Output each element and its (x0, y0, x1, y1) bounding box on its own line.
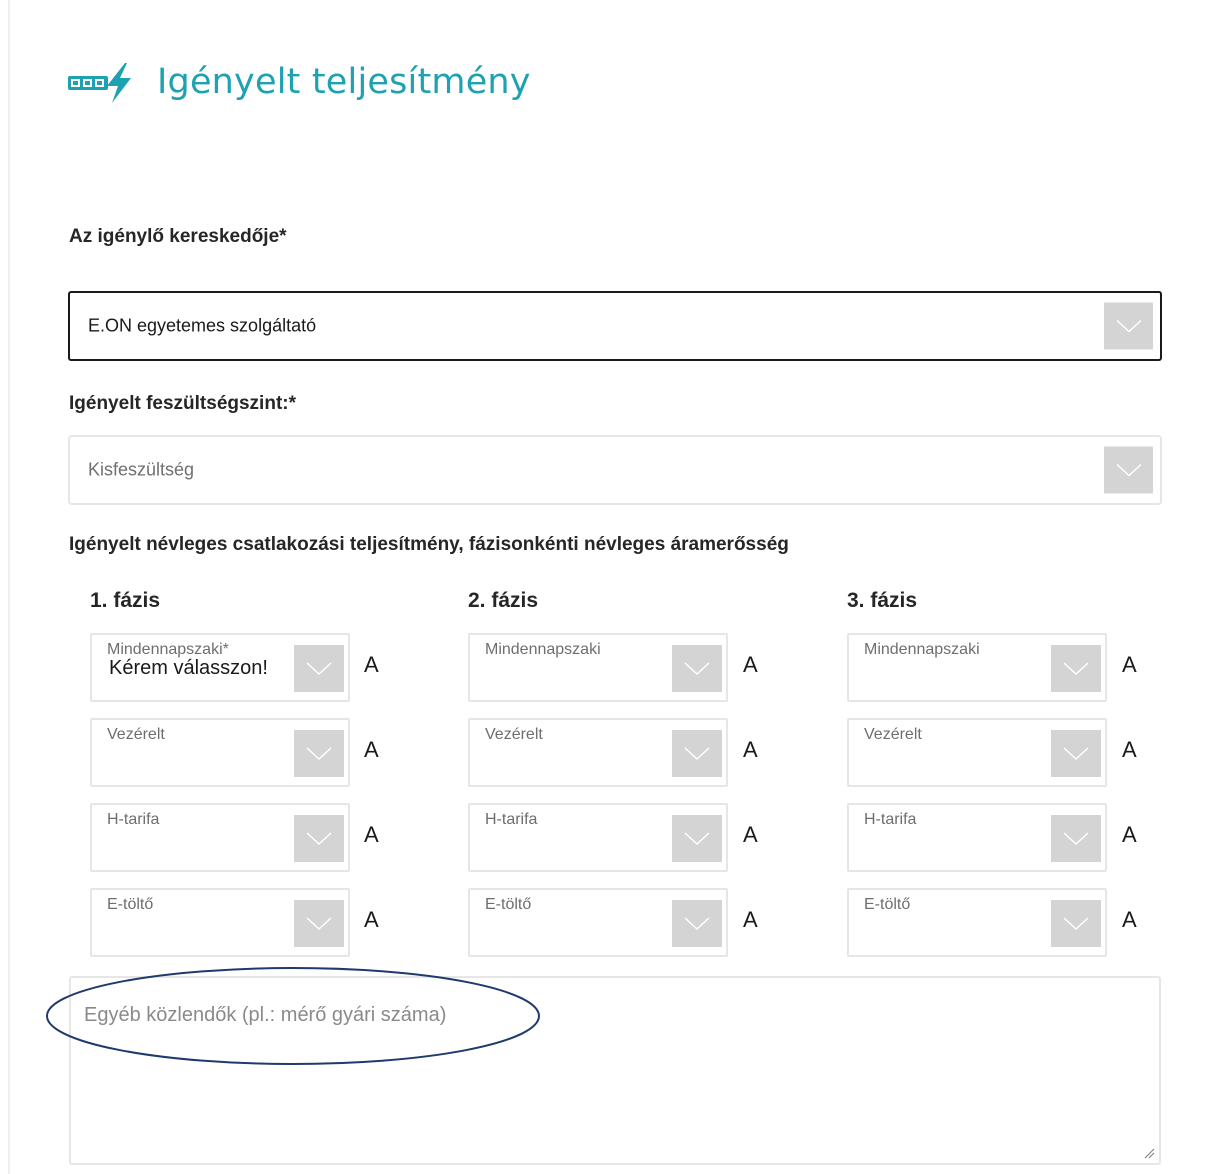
phase-3-e-tolto-select[interactable]: E-töltő (847, 888, 1107, 957)
field-label: E-töltő (485, 896, 532, 913)
chevron-down-icon[interactable] (672, 815, 722, 862)
phase-3-title: 3. fázis (847, 589, 918, 612)
phase-3-vezerelt-select[interactable]: Vezérelt (847, 718, 1107, 787)
chevron-down-icon[interactable] (294, 900, 344, 947)
chevron-down-icon[interactable] (672, 645, 722, 692)
chevron-down-icon[interactable] (294, 730, 344, 777)
phase-2-h-tarifa-select[interactable]: H-tarifa (468, 803, 728, 872)
supplier-select-value: E.ON egyetemes szolgáltató (88, 315, 317, 336)
page-left-border (8, 0, 10, 1174)
unit-label: A (743, 822, 758, 847)
phase-1-e-tolto-select[interactable]: E-töltő (90, 888, 350, 957)
phase-3-mindennapszaki-select[interactable]: Mindennapszaki (847, 633, 1107, 702)
field-value: Kérem válasszon! (109, 657, 268, 679)
chevron-down-icon[interactable] (1104, 446, 1153, 494)
phase-3-h-tarifa-select[interactable]: H-tarifa (847, 803, 1107, 872)
unit-label: A (1122, 907, 1137, 932)
comments-field[interactable] (69, 976, 1161, 1165)
phase-1-h-tarifa-select[interactable]: H-tarifa (90, 803, 350, 872)
chevron-down-icon[interactable] (672, 900, 722, 947)
phase-1-vezerelt-select[interactable]: Vezérelt (90, 718, 350, 787)
phase-2-vezerelt-select[interactable]: Vezérelt (468, 718, 728, 787)
field-label: Vezérelt (485, 726, 543, 743)
field-label: Vezérelt (864, 726, 922, 743)
page-title: Igényelt teljesítmény (157, 62, 531, 102)
unit-label: A (1122, 822, 1137, 847)
chevron-down-icon[interactable] (1051, 900, 1101, 947)
chevron-down-icon[interactable] (672, 730, 722, 777)
unit-label: A (743, 907, 758, 932)
chevron-down-icon[interactable] (1051, 730, 1101, 777)
unit-label: A (364, 737, 379, 762)
field-label: H-tarifa (864, 811, 917, 828)
chevron-down-icon[interactable] (1051, 815, 1101, 862)
unit-label: A (1122, 737, 1137, 762)
field-label: E-töltő (107, 896, 154, 913)
field-label: H-tarifa (485, 811, 538, 828)
field-label: E-töltő (864, 896, 911, 913)
section-header: Igényelt teljesítmény (67, 58, 531, 106)
voltage-label: Igényelt feszültségszint:* (69, 393, 296, 414)
capacity-label: Igényelt névleges csatlakozási teljesítm… (69, 534, 789, 555)
unit-label: A (364, 907, 379, 932)
phase-2-mindennapszaki-select[interactable]: Mindennapszaki (468, 633, 728, 702)
unit-label: A (364, 652, 379, 677)
supplier-select[interactable]: E.ON egyetemes szolgáltató (68, 291, 1162, 361)
phase-2-e-tolto-select[interactable]: E-töltő (468, 888, 728, 957)
phase-2-title: 2. fázis (468, 589, 539, 612)
field-label: Mindennapszaki (864, 641, 980, 658)
resize-handle-icon[interactable] (1143, 1147, 1155, 1159)
supplier-label: Az igénylő kereskedője* (69, 226, 287, 247)
field-label: H-tarifa (107, 811, 160, 828)
phase-1-mindennapszaki-select[interactable]: Mindennapszaki* Kérem válasszon! (90, 633, 350, 702)
chevron-down-icon[interactable] (1051, 645, 1101, 692)
field-label: Mindennapszaki (485, 641, 601, 658)
comments-textarea[interactable] (71, 978, 1159, 1163)
unit-label: A (743, 737, 758, 762)
chevron-down-icon[interactable] (294, 815, 344, 862)
phase-1-title: 1. fázis (90, 589, 161, 612)
chevron-down-icon[interactable] (294, 645, 344, 692)
voltage-select[interactable]: Kisfeszültség (68, 435, 1162, 505)
unit-label: A (743, 652, 758, 677)
voltage-select-value: Kisfeszültség (88, 459, 195, 480)
chevron-down-icon[interactable] (1104, 302, 1153, 350)
unit-label: A (1122, 652, 1137, 677)
meter-lightning-icon (68, 63, 131, 103)
unit-label: A (364, 822, 379, 847)
field-label: Vezérelt (107, 726, 165, 743)
